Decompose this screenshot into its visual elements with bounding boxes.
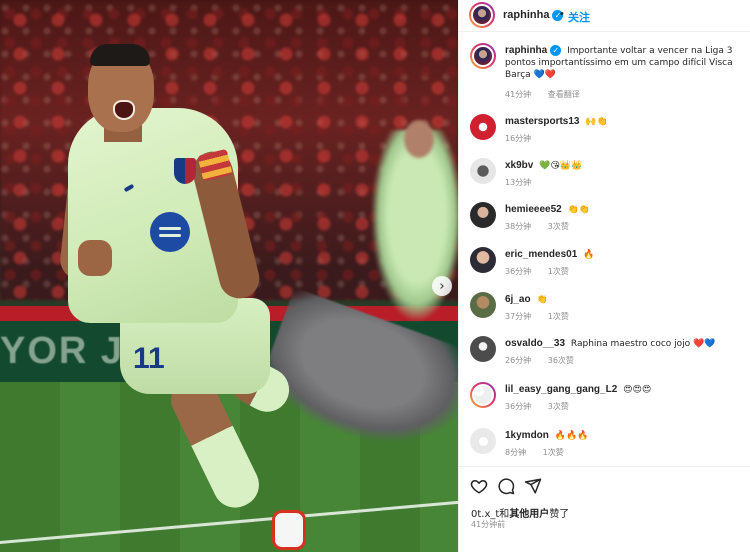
follow-button[interactable]: 关注: [568, 9, 590, 25]
comment-meta: 36分钟 1次赞: [505, 266, 583, 277]
comment-avatar[interactable]: [470, 202, 496, 228]
comment-meta: 36分钟 3次赞: [505, 401, 583, 412]
comment-username[interactable]: lil_easy_gang_gang_L2: [505, 384, 617, 395]
liked-by-others[interactable]: 其他用户: [509, 509, 549, 520]
comment-text: 🙌👏: [585, 117, 608, 127]
comment-avatar[interactable]: [470, 114, 496, 140]
comment-meta: 37分钟 1次赞: [505, 311, 583, 322]
club-crest: [174, 158, 196, 184]
comment-avatar[interactable]: [470, 336, 496, 362]
comment-time: 26分钟: [505, 356, 532, 365]
comment-body: eric_mendes01 🔥: [505, 249, 741, 261]
comment-like-count[interactable]: 1次赞: [548, 267, 569, 276]
comment-time: 38分钟: [505, 222, 532, 231]
comment-text: Raphina maestro coco jojo ❤️💙: [570, 339, 716, 349]
player-mouth: [113, 100, 135, 120]
comment-time: 36分钟: [505, 402, 532, 411]
comment-avatar[interactable]: [470, 158, 496, 184]
caption-time: 41分钟: [505, 90, 532, 99]
player-fist: [78, 240, 112, 276]
author-username[interactable]: raphinha ✓: [503, 9, 564, 21]
post-side-panel: raphinha ✓ • 关注 raphinha ✓ Importante volt…: [458, 0, 750, 552]
comment-body: hemieeee52 👏👏: [505, 204, 741, 216]
comment-avatar-image: [472, 384, 494, 406]
caption-username[interactable]: raphinha: [505, 45, 547, 56]
comment-text: 👏: [536, 295, 548, 305]
comment-avatar[interactable]: [470, 292, 496, 318]
carousel-next-button[interactable]: ›: [432, 276, 452, 296]
comment-meta: 13分钟: [505, 177, 545, 188]
author-avatar-image: [471, 4, 493, 26]
comment-time: 37分钟: [505, 312, 532, 321]
share-button[interactable]: [524, 477, 542, 495]
heart-icon: [470, 480, 488, 494]
comment-avatar[interactable]: [470, 382, 496, 408]
post-header: raphinha ✓ • 关注: [459, 0, 750, 32]
comment-like-count[interactable]: 36次赞: [548, 356, 574, 365]
share-icon: [524, 478, 542, 494]
comment-username[interactable]: xk9bv: [505, 160, 533, 171]
comment-time: 8分钟: [505, 448, 527, 457]
comment-icon: [498, 478, 515, 495]
caption-meta: 41分钟 查看翻译: [505, 89, 594, 100]
comment-username[interactable]: eric_mendes01: [505, 249, 577, 260]
comment-username[interactable]: 1kymdon: [505, 430, 549, 441]
liked-by-suffix: 赞了: [549, 509, 570, 520]
comment-like-count[interactable]: 3次赞: [548, 402, 569, 411]
comment-text: 🔥🔥🔥: [554, 431, 589, 441]
comment-body: osvaldo__33 Raphina maestro coco jojo ❤️…: [505, 338, 741, 350]
post-time: 41分钟前: [471, 520, 506, 529]
caption-avatar[interactable]: [470, 43, 496, 69]
comments-list[interactable]: raphinha ✓ Importante voltar a vencer na …: [459, 33, 750, 463]
comment-body: lil_easy_gang_gang_L2 😍😍😍: [505, 384, 741, 396]
comment-like-count[interactable]: 1次赞: [543, 448, 564, 457]
player-shorts-number: 11: [133, 342, 165, 375]
comment-avatar[interactable]: [470, 247, 496, 273]
comment-button[interactable]: [497, 477, 515, 495]
sponsor-logo: [150, 212, 190, 252]
player-boot: [272, 510, 306, 550]
post-image[interactable]: YOR JU 11 ›: [0, 0, 458, 552]
comment-time: 13分钟: [505, 178, 532, 187]
post-actions: 0t.x_t和其他用户赞了 41分钟前: [459, 466, 750, 552]
comment-meta: 16分钟: [505, 133, 545, 144]
comment-text: 👏👏: [567, 205, 591, 215]
comment-like-count[interactable]: 3次赞: [548, 222, 569, 231]
comment-username[interactable]: mastersports13: [505, 116, 579, 127]
comment-avatar[interactable]: [470, 428, 496, 454]
teammate-head: [404, 120, 434, 158]
comment-body: xk9bv 💚😘👑👑: [505, 160, 741, 172]
player-hair: [90, 44, 150, 66]
see-translation-link[interactable]: 查看翻译: [548, 90, 580, 99]
comment-username[interactable]: hemieeee52: [505, 204, 562, 215]
author-avatar[interactable]: [469, 2, 495, 28]
comment-text: 💚😘👑👑: [539, 161, 583, 171]
comment-meta: 26分钟 36次赞: [505, 355, 588, 366]
chevron-right-icon: ›: [439, 278, 445, 294]
comment-body: 6j_ao 👏: [505, 294, 741, 306]
comment-text: 😍😍😍: [623, 385, 652, 395]
comment-like-count[interactable]: 1次赞: [548, 312, 569, 321]
verified-badge-icon: ✓: [550, 45, 562, 56]
comment-meta: 38分钟 3次赞: [505, 221, 583, 232]
comment-meta: 8分钟 1次赞: [505, 447, 578, 458]
comment-time: 16分钟: [505, 134, 532, 143]
like-button[interactable]: [470, 477, 488, 495]
caption-body: raphinha ✓ Importante voltar a vencer na …: [505, 45, 741, 81]
comment-body: 1kymdon 🔥🔥🔥: [505, 430, 741, 442]
liked-by-text: 0t.x_t和其他用户赞了: [471, 505, 569, 520]
comment-text: 🔥: [583, 250, 595, 260]
comment-time: 36分钟: [505, 267, 532, 276]
comment-username[interactable]: 6j_ao: [505, 294, 531, 305]
caption-avatar-image: [472, 45, 494, 67]
header-separator: •: [560, 8, 564, 20]
comment-username[interactable]: osvaldo__33: [505, 338, 565, 349]
comment-body: mastersports13 🙌👏: [505, 116, 741, 128]
author-username-text: raphinha: [503, 9, 550, 21]
